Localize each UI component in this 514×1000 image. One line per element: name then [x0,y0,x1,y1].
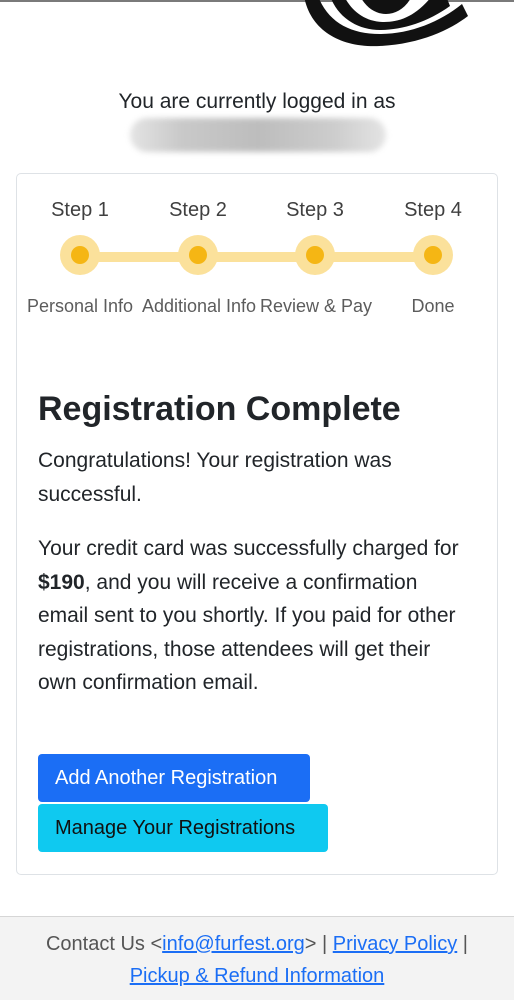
privacy-policy-link[interactable]: Privacy Policy [333,933,457,955]
step-3-marker [295,235,335,275]
payment-message-prefix: Your credit card was successfully charge… [38,537,459,560]
congrats-message: Congratulations! Your registration was s… [38,449,392,506]
pickup-refund-link[interactable]: Pickup & Refund Information [130,965,385,987]
footer-contact-suffix: > | [304,933,333,955]
step-1-marker [60,235,100,275]
payment-message: Your credit card was successfully charge… [38,532,468,700]
step-4-title: Step 4 [404,199,462,221]
mascot-logo [300,0,472,52]
step-2-title: Step 2 [169,199,227,221]
manage-registrations-button[interactable]: Manage Your Registrations [38,804,328,852]
step-3-title: Step 3 [286,199,344,221]
step-4-marker [413,235,453,275]
footer-contact-prefix: Contact Us < [45,933,163,955]
step-2-label: Additional Info [141,296,257,316]
charge-amount: $190 [38,570,85,594]
footer: Contact Us <info@furfest.org> | Privacy … [0,916,514,1000]
payment-message-suffix: , and you will receive a confirmation em… [38,570,456,695]
step-1-label: Personal Info [26,296,134,316]
page-title: Registration Complete [38,390,401,428]
footer-separator: | [457,933,468,955]
contact-email-link[interactable]: info@furfest.org [162,933,305,955]
add-another-registration-button[interactable]: Add Another Registration [38,754,310,802]
step-1-title: Step 1 [51,199,109,221]
logged-in-username [130,118,386,152]
step-4-label: Done [411,296,455,316]
step-3-label: Review & Pay [259,296,373,316]
login-status-label: You are currently logged in as [118,90,396,113]
step-2-marker [178,235,218,275]
progress-track [80,252,433,262]
